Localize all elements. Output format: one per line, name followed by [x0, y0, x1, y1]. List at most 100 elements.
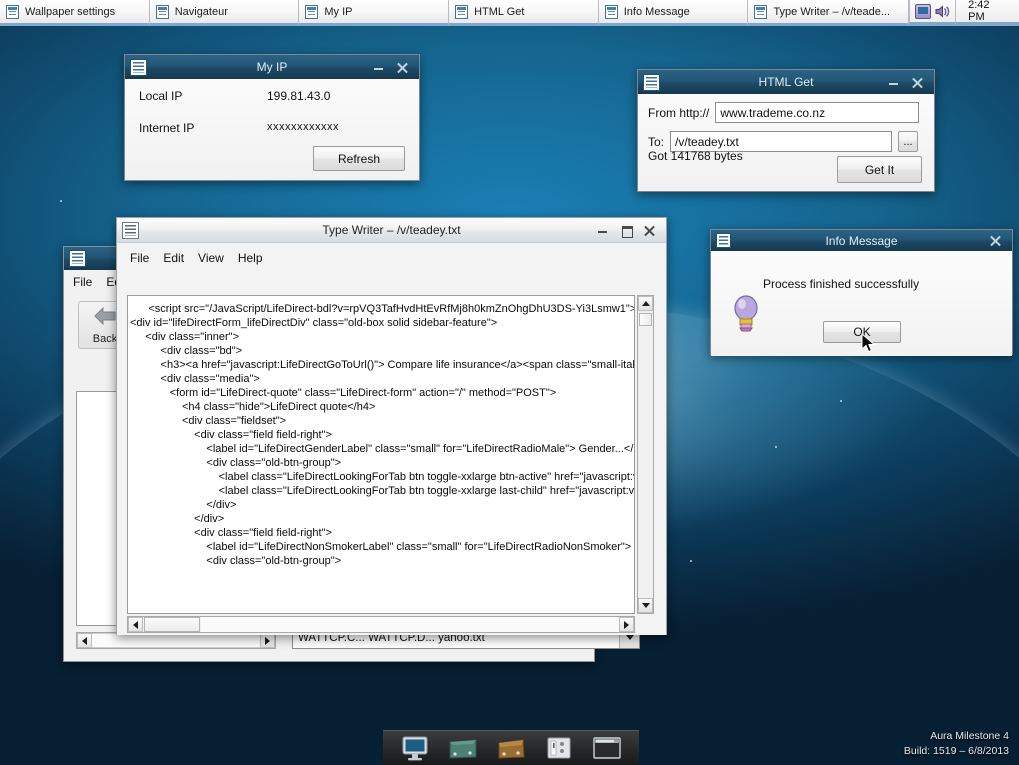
- taskbar-button-type-writer[interactable]: Type Writer – /v/teade...: [748, 0, 909, 26]
- code-line: <h3><a href="javascript:LifeDirectGoToUr…: [128, 358, 634, 372]
- triangle-down-icon: [642, 603, 650, 608]
- minimize-icon[interactable]: [888, 76, 901, 89]
- branding-line-1: Aura Milestone 4: [904, 729, 1009, 744]
- info-message-window: Info Message Process finished successful…: [710, 229, 1013, 355]
- info-message-text: Process finished successfully: [763, 277, 919, 291]
- triangle-left-icon: [82, 637, 87, 645]
- info-message-titlebar[interactable]: Info Message: [711, 230, 1012, 251]
- window-icon: [455, 5, 468, 19]
- briefcase-green-icon[interactable]: [446, 735, 480, 762]
- my-ip-window: My IP Local IP 199.81.43.0 Internet IP x…: [124, 54, 420, 181]
- to-path-label: To:: [648, 135, 664, 149]
- back-button-label: Back: [93, 333, 117, 345]
- triangle-up-icon: [642, 301, 650, 306]
- menu-item-file[interactable]: File: [130, 251, 149, 265]
- scroll-left-button[interactable]: [128, 617, 143, 632]
- menu-item-edit[interactable]: Edit: [163, 251, 184, 265]
- editor-vertical-scrollbar[interactable]: [637, 295, 654, 614]
- menu-item-view[interactable]: View: [198, 251, 224, 265]
- html-get-titlebar[interactable]: HTML Get: [638, 70, 934, 94]
- close-icon[interactable]: [396, 61, 409, 74]
- scroll-right-button[interactable]: [260, 633, 275, 648]
- scroll-left-button[interactable]: [77, 633, 92, 648]
- info-message-body: Process finished successfully OK: [711, 251, 1012, 356]
- close-icon[interactable]: [643, 224, 656, 237]
- get-it-button[interactable]: Get It: [837, 156, 922, 183]
- code-line: <form id="LifeDirect-quote" class="LifeD…: [128, 386, 634, 400]
- clock: 2:42 PM: [956, 0, 1019, 25]
- window-icon: [130, 59, 147, 76]
- code-line: <div class="inner">: [128, 330, 634, 344]
- terminal-window-icon[interactable]: [590, 735, 624, 762]
- minimize-icon[interactable]: [597, 224, 610, 237]
- maximize-icon[interactable]: [620, 224, 633, 237]
- star: [60, 200, 62, 202]
- taskbar-button-label: HTML Get: [474, 6, 524, 18]
- code-line: <label id="LifeDirectNonSmokerLabel" cla…: [128, 540, 634, 554]
- taskbar-button-wallpaper-settings[interactable]: Wallpaper settings: [0, 0, 150, 26]
- from-url-input[interactable]: www.trademe.co.nz: [715, 102, 919, 123]
- window-icon: [156, 5, 169, 19]
- code-line: <div class="old-btn-group">: [128, 456, 634, 470]
- display-icon[interactable]: [915, 4, 931, 19]
- menu-item-file[interactable]: File: [73, 275, 92, 289]
- code-line: <div class="field field-right">: [128, 428, 634, 442]
- browse-button[interactable]: ...: [898, 131, 918, 152]
- code-line: </div>: [128, 512, 634, 526]
- bag-brown-icon[interactable]: [494, 735, 528, 762]
- triangle-right-icon: [624, 621, 629, 629]
- text-editor[interactable]: <script src="/JavaScript/LifeDirect-bdl?…: [127, 295, 635, 614]
- code-line: <script src="/JavaScript/LifeDirect-bdl?…: [128, 302, 634, 316]
- code-line: <div id="lifeDirectForm_lifeDirectDiv" c…: [128, 316, 634, 330]
- window-icon: [69, 250, 86, 267]
- scroll-track[interactable]: [92, 633, 260, 648]
- code-line: <div class="old-btn-group">: [128, 554, 634, 568]
- window-icon: [643, 74, 660, 91]
- close-icon[interactable]: [911, 76, 924, 89]
- taskbar-button-label: Info Message: [624, 6, 690, 18]
- taskbar: Wallpaper settings Navigateur My IP HTML…: [0, 0, 1019, 26]
- internet-ip-label: Internet IP: [139, 121, 267, 135]
- scroll-up-button[interactable]: [638, 296, 653, 311]
- my-ip-titlebar[interactable]: My IP: [125, 55, 419, 79]
- code-line: <div class="field field-right">: [128, 526, 634, 540]
- code-line: <label id="LifeDirectGenderLabel" class=…: [128, 442, 634, 456]
- type-writer-titlebar[interactable]: Type Writer – /v/teadey.txt: [117, 218, 666, 243]
- vertical-scroll-thumb[interactable]: [639, 313, 652, 326]
- minimize-icon[interactable]: [373, 61, 386, 74]
- system-tray: [909, 0, 956, 25]
- arrow-left-icon: [92, 305, 118, 332]
- computer-icon[interactable]: [398, 735, 432, 762]
- taskbar-button-info-message[interactable]: Info Message: [599, 0, 749, 26]
- window-icon: [754, 5, 767, 19]
- window-icon: [6, 5, 19, 19]
- taskbar-button-my-ip[interactable]: My IP: [299, 0, 449, 26]
- horizontal-scroll-thumb[interactable]: [144, 617, 200, 632]
- taskbar-button-html-get[interactable]: HTML Get: [449, 0, 599, 26]
- taskbar-button-navigateur[interactable]: Navigateur: [150, 0, 300, 26]
- local-ip-label: Local IP: [139, 89, 267, 103]
- refresh-button[interactable]: Refresh: [313, 146, 405, 171]
- html-get-body: From http:// www.trademe.co.nz To: /v/te…: [638, 94, 934, 191]
- scroll-down-button[interactable]: [638, 598, 653, 613]
- my-ip-body: Local IP 199.81.43.0 Internet IP xxxxxxx…: [125, 79, 419, 180]
- volume-icon[interactable]: [934, 4, 950, 19]
- window-icon: [716, 233, 731, 248]
- scroll-right-button[interactable]: [619, 617, 634, 632]
- scroll-track[interactable]: [201, 617, 619, 632]
- editor-horizontal-scrollbar[interactable]: [127, 616, 635, 633]
- code-line: <div class="fieldset">: [128, 414, 634, 428]
- code-line: </div>: [128, 498, 634, 512]
- code-line: <h4 class="hide">LifeDirect quote</h4>: [128, 400, 634, 414]
- triangle-right-icon: [265, 637, 270, 645]
- menu-item-help[interactable]: Help: [238, 251, 263, 265]
- close-icon[interactable]: [989, 234, 1002, 247]
- from-url-label: From http://: [648, 106, 709, 120]
- code-line: <label class="LifeDirectLookingForTab bt…: [128, 470, 634, 484]
- taskbar-button-label: Navigateur: [175, 6, 228, 18]
- status-text: Got 141768 bytes: [648, 149, 743, 163]
- window-icon: [605, 5, 618, 19]
- light-bulb-icon: [729, 293, 763, 333]
- control-panel-icon[interactable]: [542, 735, 576, 762]
- from-url-row: From http:// www.trademe.co.nz: [648, 102, 924, 123]
